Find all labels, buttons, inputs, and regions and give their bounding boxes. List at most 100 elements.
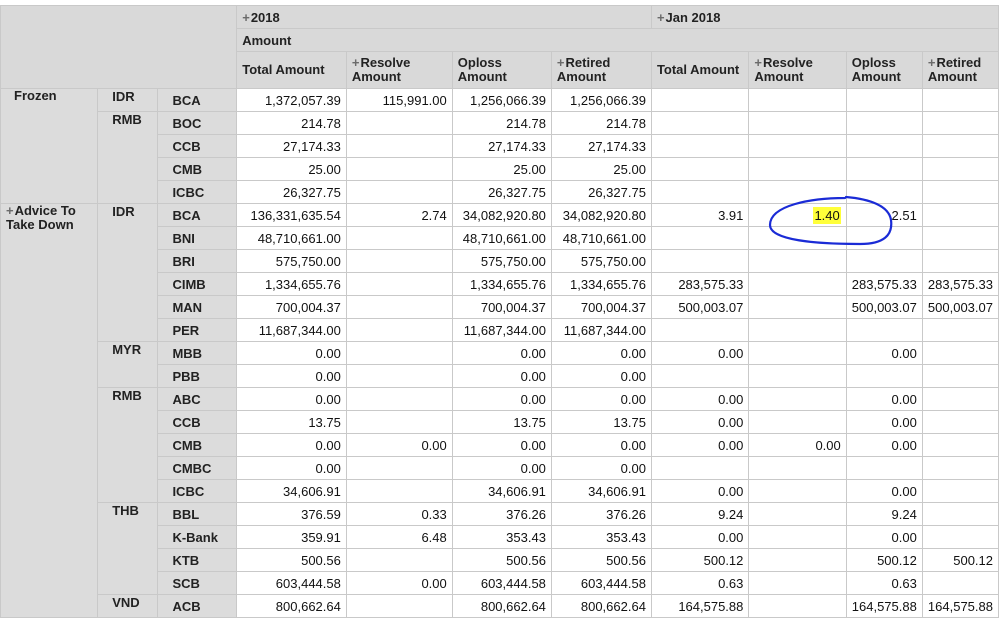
value-cell: 25.00	[451, 157, 552, 181]
value-cell	[845, 134, 923, 158]
bank-header: CCB	[157, 134, 238, 158]
value-cell: 136,331,635.54	[236, 203, 347, 227]
value-cell: 34,082,920.80	[451, 203, 552, 227]
currency-header: IDR	[97, 203, 159, 342]
value-cell: 700,004.37	[550, 295, 652, 319]
value-cell	[748, 341, 847, 365]
value-cell: 0.00	[236, 364, 347, 388]
value-cell: 0.00	[845, 387, 923, 411]
value-cell: 1,256,066.39	[451, 88, 552, 112]
bank-header: ICBC	[157, 479, 238, 503]
value-cell: 500.12	[650, 548, 750, 572]
expand-plus-icon[interactable]: +	[657, 10, 665, 25]
period-header-jan-2018[interactable]: +Jan 2018	[650, 5, 999, 29]
value-cell	[748, 410, 847, 434]
value-cell	[921, 111, 999, 135]
row-group-header[interactable]: +Advice To Take Down	[0, 203, 99, 618]
column-header: Total Amount	[650, 51, 750, 89]
value-cell	[845, 180, 923, 204]
value-cell: 25.00	[550, 157, 652, 181]
column-header[interactable]: +Retired Amount	[921, 51, 999, 89]
value-cell: 2.51	[845, 203, 923, 227]
bank-header: KTB	[157, 548, 238, 572]
value-cell	[921, 180, 999, 204]
value-cell: 0.00	[451, 456, 552, 480]
value-cell: 1,334,655.76	[236, 272, 347, 296]
value-cell: 34,606.91	[236, 479, 347, 503]
currency-header: IDR	[97, 88, 159, 112]
value-cell	[345, 479, 453, 503]
value-cell	[921, 410, 999, 434]
column-header[interactable]: +Resolve Amount	[345, 51, 453, 89]
value-cell	[845, 226, 923, 250]
value-cell: 11,687,344.00	[236, 318, 347, 342]
value-cell: 164,575.88	[921, 594, 999, 618]
column-header: Oploss Amount	[451, 51, 552, 89]
value-cell	[345, 318, 453, 342]
column-header[interactable]: +Retired Amount	[550, 51, 652, 89]
value-cell: 376.26	[550, 502, 652, 526]
value-cell: 0.00	[550, 387, 652, 411]
value-cell: 0.00	[345, 433, 453, 457]
value-cell	[748, 502, 847, 526]
value-cell	[845, 364, 923, 388]
value-cell: 376.26	[451, 502, 552, 526]
expand-plus-icon[interactable]: +	[242, 10, 250, 25]
value-cell	[748, 571, 847, 595]
value-cell: 500.12	[921, 548, 999, 572]
value-cell: 0.00	[550, 364, 652, 388]
value-cell: 0.63	[845, 571, 923, 595]
expand-plus-icon[interactable]: +	[754, 55, 762, 70]
value-cell: 0.00	[845, 479, 923, 503]
value-cell	[650, 157, 750, 181]
value-cell: 0.00	[451, 341, 552, 365]
bank-header: BBL	[157, 502, 238, 526]
expand-plus-icon[interactable]: +	[6, 205, 14, 219]
expand-plus-icon[interactable]: +	[557, 55, 565, 70]
value-cell	[748, 295, 847, 319]
value-cell: 214.78	[236, 111, 347, 135]
value-cell: 700,004.37	[236, 295, 347, 319]
bank-header: ACB	[157, 594, 238, 618]
value-cell: 500.56	[550, 548, 652, 572]
value-cell	[345, 548, 453, 572]
value-cell: 26,327.75	[236, 180, 347, 204]
value-cell: 27,174.33	[236, 134, 347, 158]
value-cell: 34,082,920.80	[550, 203, 652, 227]
value-cell: 0.00	[451, 387, 552, 411]
value-cell: 0.00	[845, 525, 923, 549]
bank-header: CMB	[157, 157, 238, 181]
currency-header: RMB	[97, 111, 159, 204]
value-cell: 9.24	[650, 502, 750, 526]
table-row: THB BBL 376.59 0.33 376.26 376.26 9.24 9.24	[1, 502, 999, 595]
value-cell	[845, 318, 923, 342]
value-cell	[650, 249, 750, 273]
value-cell	[650, 88, 750, 112]
value-cell	[748, 594, 847, 618]
value-cell: 353.43	[550, 525, 652, 549]
value-cell: 34,606.91	[550, 479, 652, 503]
expand-plus-icon[interactable]: +	[928, 55, 936, 70]
table-row: +Advice To Take Down IDR BCA 136,331,635.54…	[0, 203, 999, 618]
period-header-2018[interactable]: +2018	[236, 5, 652, 29]
value-cell	[345, 272, 453, 296]
value-cell: 0.00	[650, 341, 750, 365]
bank-header: CMB	[157, 433, 238, 457]
column-header: Oploss Amount	[845, 51, 923, 89]
bank-header: BRI	[157, 249, 238, 273]
bank-header: ABC	[157, 387, 238, 411]
value-cell	[748, 226, 847, 250]
bank-header: PER	[157, 318, 238, 342]
value-cell: 25.00	[236, 157, 347, 181]
value-cell: 34,606.91	[451, 479, 552, 503]
value-cell	[345, 364, 453, 388]
value-cell	[748, 525, 847, 549]
value-cell	[748, 318, 847, 342]
value-cell: 115,991.00	[345, 88, 453, 112]
value-cell: 500,003.07	[921, 295, 999, 319]
pivot-table: +2018 +Jan 2018 Amount Total Amount +Reso…	[0, 5, 999, 618]
expand-plus-icon[interactable]: +	[352, 55, 360, 70]
value-cell: 214.78	[451, 111, 552, 135]
column-header[interactable]: +Resolve Amount	[748, 51, 847, 89]
value-cell: 0.00	[845, 433, 923, 457]
